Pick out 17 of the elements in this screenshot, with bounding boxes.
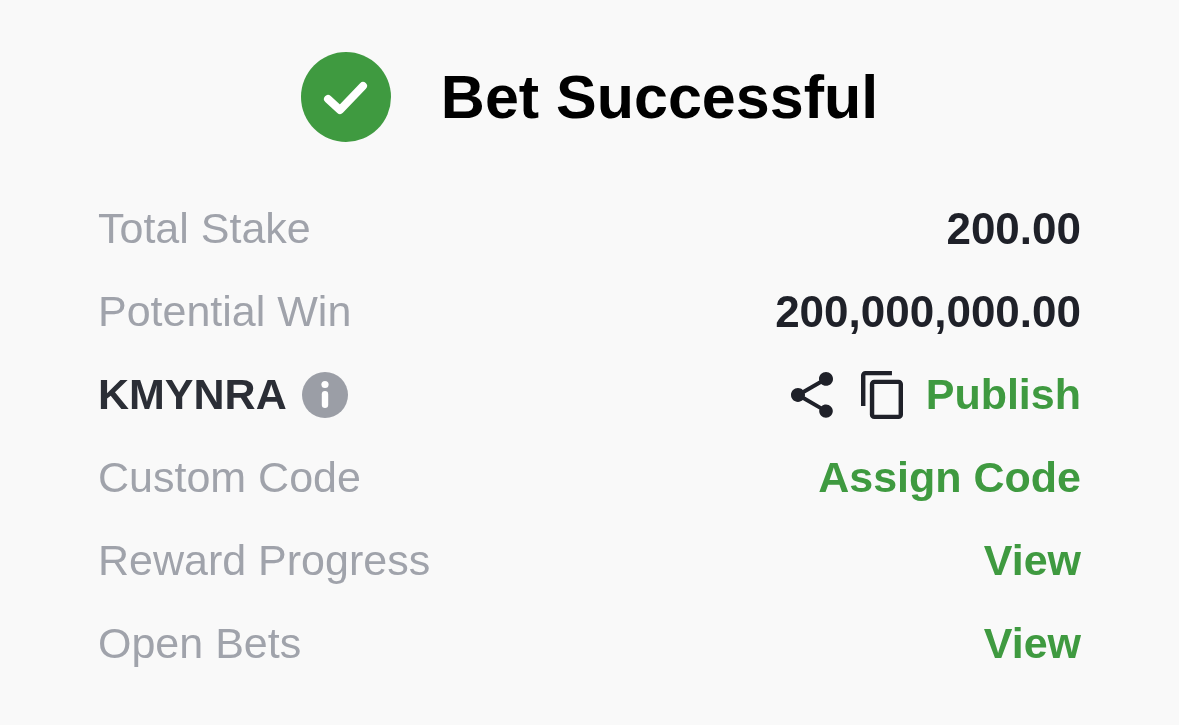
row-label: Open Bets <box>98 622 302 665</box>
row-label: Custom Code <box>98 456 361 499</box>
success-title: Bet Successful <box>440 66 879 128</box>
action-link[interactable]: Assign Code <box>818 456 1081 499</box>
action-link[interactable]: View <box>983 622 1081 665</box>
copy-icon[interactable] <box>860 370 903 419</box>
row-label: Reward Progress <box>98 539 431 582</box>
info-icon[interactable] <box>301 371 348 418</box>
row-label: Total Stake <box>98 207 311 250</box>
share-icon[interactable] <box>790 371 833 418</box>
success-check-icon <box>300 52 391 142</box>
row-value: 200.00 <box>946 206 1081 251</box>
row-label: Potential Win <box>98 290 352 333</box>
action-link[interactable]: View <box>983 539 1081 582</box>
row-value: 200,000,000.00 <box>775 289 1081 334</box>
action-link[interactable]: Publish <box>925 373 1081 416</box>
booking-code: KMYNRA <box>98 373 287 416</box>
